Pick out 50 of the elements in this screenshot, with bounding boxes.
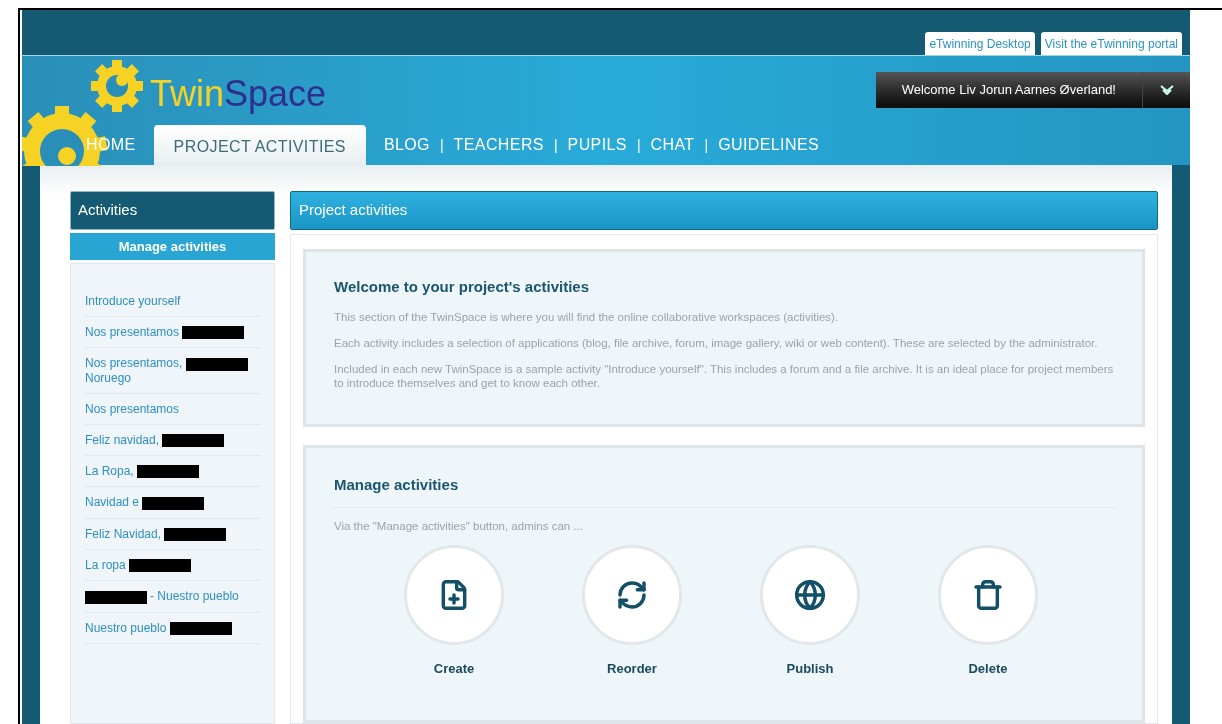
redaction-bar bbox=[137, 465, 200, 479]
nav-tab[interactable]: PROJECT ACTIVITIES bbox=[153, 125, 366, 165]
action-label: Delete bbox=[968, 659, 1008, 678]
nav-separator: | bbox=[552, 136, 559, 155]
activity-link[interactable]: Feliz navidad, bbox=[85, 424, 260, 456]
redaction-bar bbox=[142, 496, 205, 510]
manage-activities-button[interactable]: Manage activities bbox=[70, 232, 275, 260]
activity-link[interactable]: Introduce yourself bbox=[85, 286, 260, 317]
activity-link[interactable]: - Nuestro pueblo bbox=[85, 581, 260, 613]
nav-tab[interactable]: BLOG bbox=[375, 133, 438, 165]
card-heading: Manage activities bbox=[334, 474, 1114, 508]
redaction-bar bbox=[164, 527, 227, 541]
action-label: Create bbox=[433, 659, 475, 678]
activity-link[interactable]: La ropa bbox=[85, 549, 260, 582]
nav-tab[interactable]: TEACHERS bbox=[445, 133, 552, 165]
activity-link[interactable]: Nos presentamos bbox=[85, 393, 260, 425]
refresh-icon bbox=[616, 578, 648, 611]
activity-link[interactable]: Nuestro pueblo bbox=[85, 612, 260, 644]
panel-header: Project activities bbox=[290, 191, 1158, 230]
redaction-bar bbox=[185, 357, 248, 371]
action-label: Publish bbox=[786, 659, 834, 678]
nav-tab[interactable]: PUPILS bbox=[559, 133, 635, 165]
logo-text: TwinSpace bbox=[150, 76, 327, 112]
activity-link[interactable]: Navidad e bbox=[85, 487, 260, 519]
action-label: Reorder bbox=[607, 659, 657, 678]
welcome-text: Welcome Liv Jorun Aarnes Øverland! bbox=[900, 81, 1117, 100]
paragraph: Included in each new TwinSpace is a sample activity "Introduce yourself". This includes a forum and a file archive. It is an ideal place for project members to introduce themselves and get to know each other. bbox=[334, 362, 1114, 390]
top-link[interactable]: eTwinning Desktop bbox=[925, 32, 1035, 55]
sidebar-header: Activities bbox=[70, 191, 275, 230]
paragraph: Each activity includes a selection of applications (blog, file archive, forum, image gallery, wiki or web content). These are selected by the administrator. bbox=[334, 336, 1099, 350]
redaction-bar bbox=[169, 621, 232, 635]
activity-link[interactable]: Nos presentamos, Noruego bbox=[85, 348, 260, 394]
redaction-bar bbox=[85, 590, 147, 604]
activity-link[interactable]: Nos presentamos bbox=[85, 317, 260, 349]
top-link[interactable]: Visit the eTwinning portal bbox=[1040, 32, 1182, 55]
activity-link[interactable]: La Ropa, bbox=[85, 456, 260, 488]
nav-separator: | bbox=[635, 136, 642, 155]
paragraph: This section of the TwinSpace is where you will find the online collaborative workspaces (activities). bbox=[334, 310, 840, 324]
redaction-bar bbox=[182, 326, 245, 340]
nav-separator: | bbox=[438, 136, 445, 155]
activity-link[interactable]: Feliz Navidad, bbox=[85, 518, 260, 550]
redaction-bar bbox=[162, 434, 225, 447]
card-heading: Welcome to your project's activities bbox=[334, 276, 591, 297]
nav-tab[interactable]: GUIDELINES bbox=[710, 133, 828, 165]
manage-intro: Via the "Manage activities" button, admins can ... bbox=[334, 518, 584, 534]
globe-icon bbox=[794, 578, 826, 611]
nav-tab[interactable]: CHAT bbox=[642, 133, 703, 165]
nav-separator: | bbox=[703, 136, 710, 155]
redaction-bar bbox=[129, 559, 192, 573]
trash-icon bbox=[972, 578, 1004, 611]
